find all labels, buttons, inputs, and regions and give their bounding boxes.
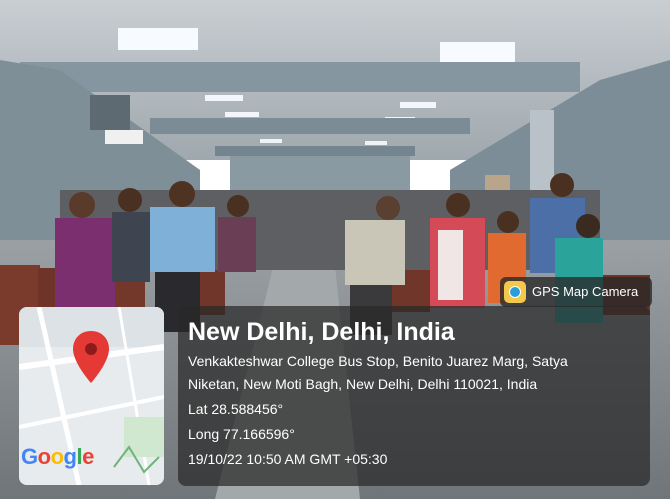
address-line-2: Niketan, New Moti Bagh, New Delhi, Delhi… xyxy=(188,376,538,392)
timestamp: 19/10/22 10:50 AM GMT +05:30 xyxy=(188,451,388,467)
app-label: GPS Map Camera xyxy=(532,284,639,299)
longitude: Long 77.166596° xyxy=(188,426,295,442)
gps-map-camera-icon xyxy=(504,281,526,303)
map-pin-icon xyxy=(73,331,109,383)
google-logo: Google xyxy=(21,444,94,469)
gps-map-camera-tag: GPS Map Camera xyxy=(500,277,652,307)
geotagged-photo: GPS Map Camera Google New Delhi, Delhi, … xyxy=(0,0,670,499)
latitude: Lat 28.588456° xyxy=(188,401,284,417)
location-title: New Delhi, Delhi, India xyxy=(188,318,455,346)
address-line-1: Venkakteshwar College Bus Stop, Benito J… xyxy=(188,353,568,369)
map-thumbnail: Google xyxy=(19,307,164,485)
